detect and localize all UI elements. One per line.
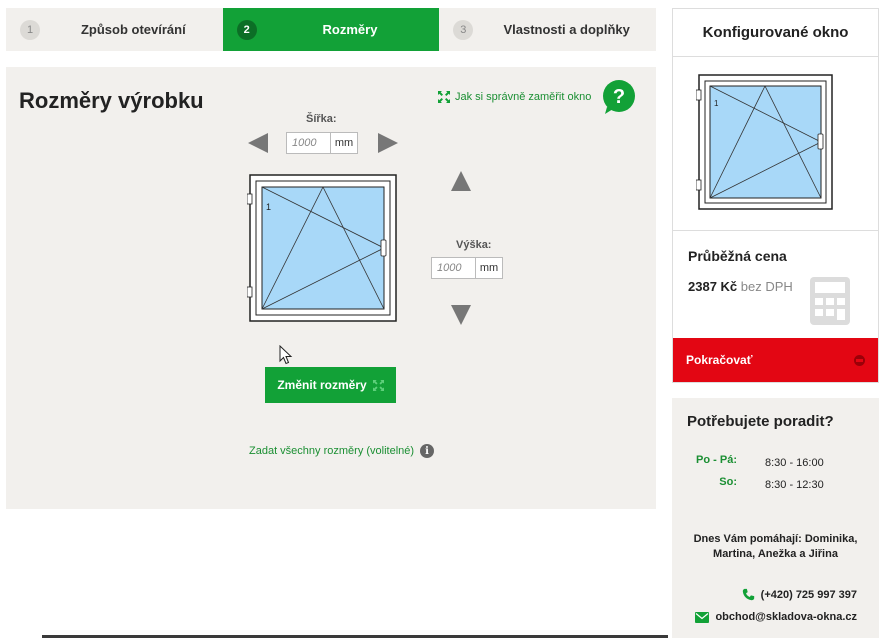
info-icon[interactable]: i [420, 444, 435, 458]
continue-button[interactable]: Pokračovať [673, 338, 878, 382]
width-field[interactable]: 1000 mm [286, 132, 358, 154]
decrease-width-arrow[interactable] [248, 133, 268, 153]
steps-bar: 1 Způsob otevírání 2 Rozměry 3 Vlastnost… [6, 8, 657, 51]
price-divider [673, 230, 878, 231]
all-dimensions-link[interactable]: Zadat všechny rozměry (volitelné) i [249, 444, 435, 458]
height-unit: mm [479, 262, 499, 274]
mail-icon [695, 611, 710, 623]
width-label: Šířka: [306, 113, 337, 125]
phone-number: (+420) 725 997 397 [760, 588, 857, 601]
hours-day: Po - Pá: [696, 454, 737, 466]
hours-row: Po - Pá: 8:30 - 16:00 [692, 454, 824, 476]
step-label: Rozměry [322, 22, 378, 37]
hours-time: 8:30 - 12:30 [765, 479, 824, 491]
sash-number: 1 [266, 202, 271, 212]
hours-day: So: [719, 476, 737, 488]
step-dimensions[interactable]: 2 Rozměry [222, 8, 440, 51]
phone-icon [742, 588, 754, 601]
step-properties[interactable]: 3 Vlastnosti a doplňky [439, 8, 657, 51]
expand-icon [372, 379, 384, 391]
advice-title: Potřebujete poradit? [687, 413, 834, 430]
page-title: Rozměry výrobku [19, 88, 204, 113]
advice-card: Potřebujete poradit? Po - Pá: 8:30 - 16:… [672, 398, 879, 638]
measure-help-text: Jak si správně zaměřit okno [455, 91, 592, 103]
continue-label: Pokračovať [686, 353, 753, 367]
question-icon[interactable]: ? [601, 79, 637, 115]
increase-height-arrow[interactable] [451, 171, 471, 191]
preview-sash-number: 1 [714, 99, 719, 108]
mouse-cursor-icon [279, 345, 293, 365]
step-number: 3 [453, 19, 474, 40]
configured-window-card: Konfigurované okno 1 Průběžná cena 2387 … [672, 8, 879, 383]
step-opening-type[interactable]: 1 Způsob otevírání [6, 8, 223, 51]
width-unit: mm [334, 137, 354, 149]
configured-window-title: Konfigurované okno [673, 9, 878, 57]
step-label: Vlastnosti a doplňky [503, 22, 630, 37]
svg-text:?: ? [613, 86, 625, 108]
step-number: 1 [20, 19, 40, 40]
window-drawing: 1 [247, 174, 397, 322]
arrow-right-icon [854, 354, 865, 366]
change-dimensions-button[interactable]: Změnit rozměry [265, 367, 396, 403]
window-preview: 1 [696, 74, 833, 210]
decrease-height-arrow[interactable] [451, 305, 471, 325]
calculator-icon [810, 277, 850, 325]
email-link[interactable]: obchod@skladova-okna.cz [695, 611, 857, 623]
hours-time: 8:30 - 16:00 [765, 457, 824, 469]
hours-row: So: 8:30 - 12:30 [692, 476, 824, 498]
today-helpers: Dnes Vám pomáhají: Dominika, Martina, An… [693, 533, 858, 560]
phone-link[interactable]: (+420) 725 997 397 [742, 588, 857, 601]
price-title: Průběžná cena [688, 248, 787, 264]
change-dimensions-label: Změnit rozměry [277, 378, 367, 392]
opening-hours: Po - Pá: 8:30 - 16:00 So: 8:30 - 12:30 [692, 454, 824, 498]
height-input[interactable]: 1000 [432, 258, 476, 278]
step-label: Způsob otevírání [80, 22, 186, 37]
price-amount: 2387 Kč [688, 279, 738, 294]
measure-help-link[interactable]: Jak si správně zaměřit okno [438, 91, 591, 103]
step-number: 2 [236, 19, 257, 40]
price-value: 2387 Kč bez DPH [688, 279, 793, 294]
email-address: obchod@skladova-okna.cz [715, 611, 857, 623]
price-suffix: bez DPH [740, 279, 793, 294]
expand-icon [438, 91, 450, 103]
dimensions-panel: Rozměry výrobku Jak si správně zaměřit o… [6, 67, 656, 509]
height-label: Výška: [456, 239, 492, 251]
increase-width-arrow[interactable] [378, 133, 398, 153]
height-field[interactable]: 1000 mm [431, 257, 503, 279]
all-dimensions-text: Zadat všechny rozměry (volitelné) [249, 445, 415, 457]
width-input[interactable]: 1000 [287, 133, 331, 153]
